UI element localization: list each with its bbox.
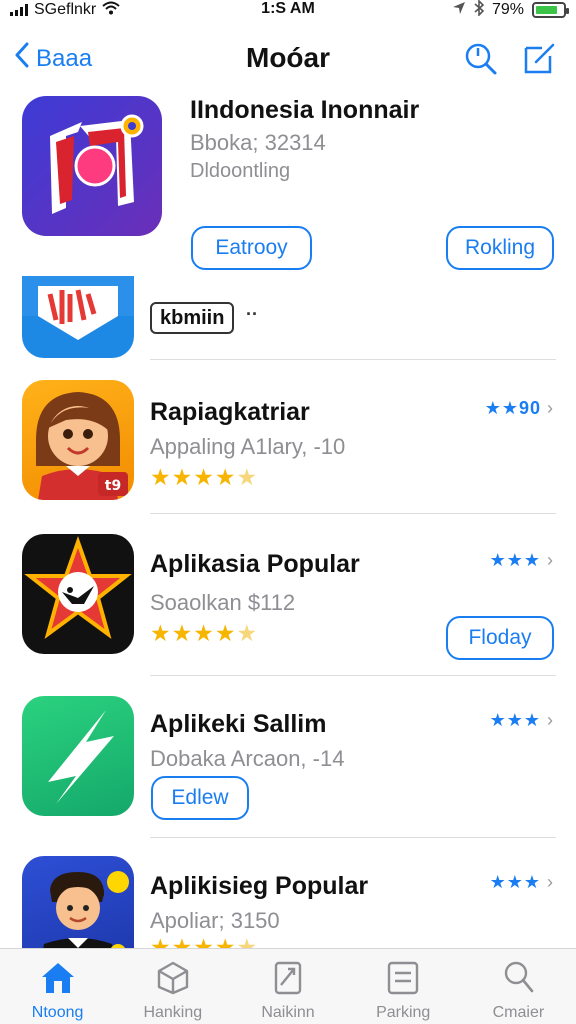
app-name: Rapiagkatriar [150, 398, 310, 426]
battery-icon [532, 2, 569, 18]
list-icon [388, 961, 419, 995]
tab-lists[interactable]: Parking [346, 949, 461, 1024]
app-icon-rapiagkatriar: t9 [22, 380, 134, 500]
location-icon [452, 1, 466, 20]
featured-app-category: Dldoontling [190, 160, 291, 182]
tab-ranking[interactable]: Hanking [115, 949, 230, 1024]
app-icon-aplikeki-sallim [22, 696, 134, 816]
list-item[interactable]: Aplikisieg Popular Apoliar; 3150 ★★★★★ ★… [0, 838, 576, 948]
app-subtitle: Apoliar; 3150 [150, 908, 280, 933]
tab-label: Naikinn [261, 1004, 315, 1021]
app-list: IIndonesia Inonnair Bboka; 32314 Dldoont… [0, 92, 576, 948]
rank-badge[interactable]: ★★90 › [485, 398, 554, 419]
app-subtitle: Dobaka Arcaon, -14 [150, 746, 345, 771]
app-subtitle: Soaolkan $112 [150, 590, 296, 615]
svg-text:t9: t9 [105, 478, 121, 494]
featured-app-subtitle: Bboka; 32314 [190, 130, 326, 155]
app-subtitle: Appaling A1lary, -10 [150, 434, 346, 459]
battery-percent: 79% [491, 1, 524, 18]
tab-label: Hanking [143, 1004, 203, 1021]
tab-label: Cmaier [492, 1004, 545, 1021]
app-name: Aplikeki Sallim [150, 710, 327, 738]
rank-badge[interactable]: ★★★ › [490, 872, 554, 893]
app-name: Aplikasia Popular [150, 550, 360, 578]
tab-bar: Ntoong Hanking Naikinn Parking Cmaier [0, 948, 576, 1024]
featured-app-icon [22, 96, 162, 236]
chart-icon [274, 961, 302, 995]
box-icon [157, 961, 188, 995]
rating-stars: ★★★★★ [150, 934, 259, 948]
search-button[interactable] [464, 42, 498, 81]
search-icon [505, 961, 534, 993]
nav-bar: Baaa Moóar [0, 28, 576, 92]
promo-dots: ·· [246, 304, 258, 324]
featured-app-name: IIndonesia Inonnair [190, 96, 420, 124]
rating-stars: ★★★★★ [150, 620, 259, 646]
rank-badge[interactable]: ★★★ › [490, 710, 554, 731]
list-item[interactable]: Aplikeki Sallim Dobaka Arcaon, -14 ★★★ › … [0, 676, 576, 838]
app-icon-aplikasia-popular [22, 534, 134, 654]
get-button[interactable]: Floday [446, 616, 554, 660]
tab-search[interactable]: Cmaier [461, 949, 576, 1024]
featured-secondary-button[interactable]: Rokling [446, 226, 554, 270]
bluetooth-icon [474, 0, 485, 21]
tab-label: Ntoong [31, 1004, 84, 1021]
compose-button[interactable] [522, 42, 556, 81]
featured-primary-button[interactable]: Eatrooy [191, 226, 312, 270]
tab-home[interactable]: Ntoong [0, 949, 115, 1024]
featured-app-row[interactable]: IIndonesia Inonnair Bboka; 32314 Dldoont… [0, 92, 576, 288]
tab-label: Parking [376, 1004, 431, 1021]
list-item[interactable]: Aplikasia Popular Soaolkan $112 ★★★★★ ★★… [0, 514, 576, 676]
get-button[interactable]: Edlew [151, 776, 249, 820]
app-name: Aplikisieg Popular [150, 872, 369, 900]
tab-charts[interactable]: Naikinn [230, 949, 345, 1024]
rating-stars: ★★★★★ [150, 464, 259, 490]
promo-row[interactable]: kbmiin ·· [0, 276, 576, 360]
compose-icon [524, 43, 555, 74]
status-bar: SGeflnkr 1:S AM 79% [0, 0, 576, 22]
home-icon [41, 963, 74, 993]
list-item[interactable]: t9 Rapiagkatriar Appaling A1lary, -10 ★★… [0, 360, 576, 514]
app-icon-aplikisieg-popular [22, 856, 134, 948]
promo-app-icon [22, 276, 134, 358]
rank-badge[interactable]: ★★★ › [490, 550, 554, 571]
search-icon [465, 43, 497, 75]
promo-tag: kbmiin [150, 302, 235, 334]
